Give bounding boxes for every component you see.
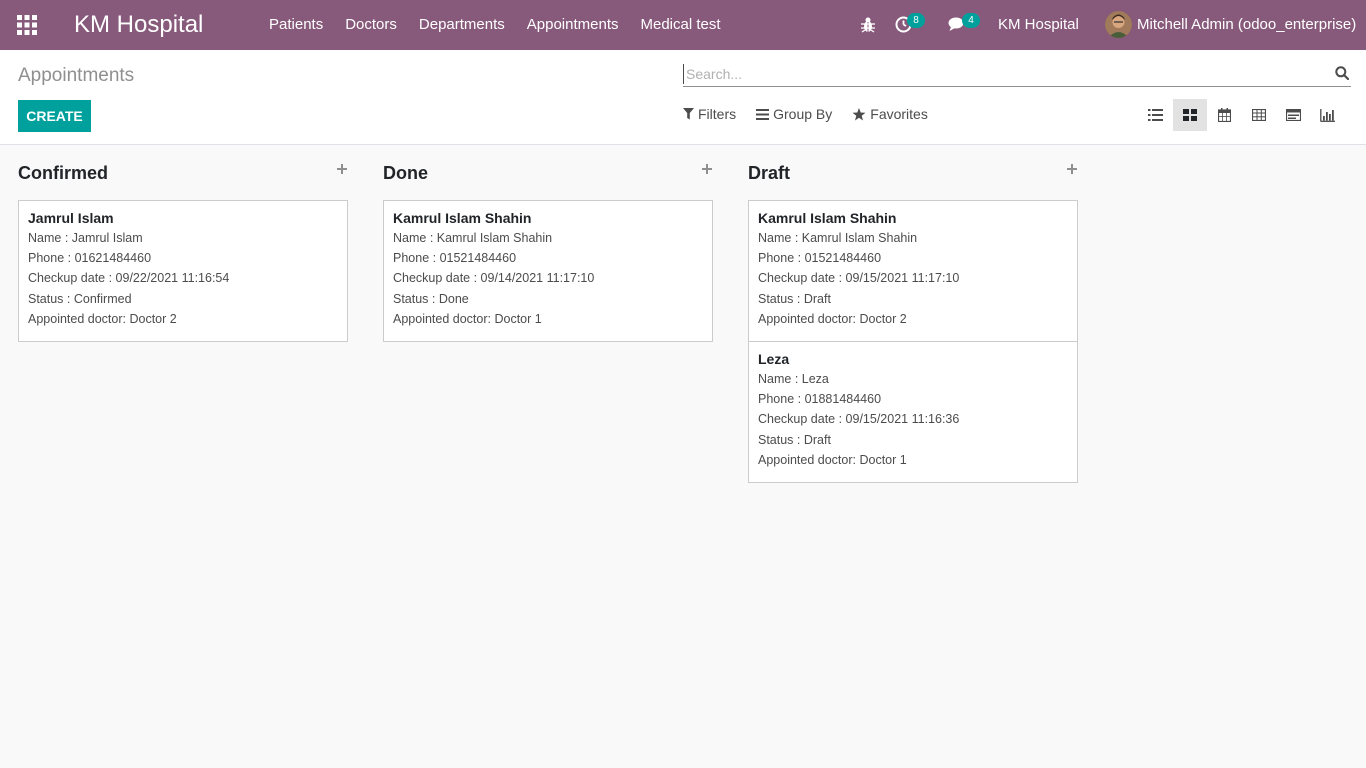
apps-menu-icon[interactable] bbox=[17, 15, 37, 35]
plus-icon[interactable] bbox=[701, 163, 713, 175]
card-doctor: Appointed doctor: Doctor 1 bbox=[758, 452, 907, 467]
kanban-column-done: Done Kamrul Islam Shahin Name : Kamrul I… bbox=[383, 146, 713, 343]
table-icon bbox=[1251, 109, 1266, 121]
bar-chart-icon bbox=[1320, 108, 1336, 122]
card-doctor: Appointed doctor: Doctor 2 bbox=[28, 311, 177, 326]
top-navbar: KM Hospital Patients Doctors Departments… bbox=[0, 0, 1366, 50]
card-status: Status : Draft bbox=[758, 432, 831, 447]
filters-button[interactable]: Filters bbox=[683, 106, 736, 122]
list-icon bbox=[1147, 109, 1163, 121]
bars-icon bbox=[756, 108, 770, 120]
card-checkup-date: Checkup date : 09/15/2021 11:17:10 bbox=[758, 271, 960, 286]
menu-item-medical-test[interactable]: Medical test bbox=[630, 0, 732, 50]
breadcrumb: Appointments bbox=[18, 65, 135, 86]
graph-view-button[interactable] bbox=[1311, 99, 1346, 131]
menu-item-patients[interactable]: Patients bbox=[258, 0, 334, 50]
kanban-board: Confirmed Jamrul Islam Name : Jamrul Isl… bbox=[0, 146, 1366, 768]
card-title: Jamrul Islam bbox=[28, 210, 114, 226]
column-title: Draft bbox=[748, 163, 791, 183]
card-status: Status : Done bbox=[393, 291, 469, 306]
activity-view-button[interactable] bbox=[1276, 99, 1311, 131]
search-box bbox=[683, 62, 1351, 87]
card-checkup-date: Checkup date : 09/14/2021 11:17:10 bbox=[393, 271, 595, 286]
plus-icon[interactable] bbox=[1066, 163, 1078, 175]
group-by-label: Group By bbox=[773, 106, 833, 122]
card-status: Status : Draft bbox=[758, 291, 831, 306]
card-doctor: Appointed doctor: Doctor 1 bbox=[393, 311, 542, 326]
create-button[interactable]: CREATE bbox=[18, 100, 91, 132]
column-title: Done bbox=[383, 163, 428, 183]
user-avatar[interactable] bbox=[1105, 11, 1132, 38]
debug-bug-icon[interactable] bbox=[860, 16, 876, 34]
card-name: Name : Kamrul Islam Shahin bbox=[758, 231, 918, 245]
card-status: Status : Confirmed bbox=[28, 291, 132, 306]
messages-count-badge: 4 bbox=[962, 13, 980, 28]
filters-label: Filters bbox=[698, 106, 737, 122]
pivot-view-button[interactable] bbox=[1242, 99, 1277, 131]
column-header: Done bbox=[383, 146, 713, 200]
control-panel: Appointments CREATE Filters Group By bbox=[0, 50, 1366, 145]
column-header: Draft bbox=[748, 146, 1078, 200]
card-title: Kamrul Islam Shahin bbox=[758, 210, 897, 226]
menu-item-appointments[interactable]: Appointments bbox=[516, 0, 630, 50]
kanban-card[interactable]: Leza Name : Leza Phone : 01881484460 Che… bbox=[748, 342, 1078, 484]
card-title: Kamrul Islam Shahin bbox=[393, 210, 532, 226]
filter-icon bbox=[683, 108, 694, 120]
card-checkup-date: Checkup date : 09/22/2021 11:16:54 bbox=[28, 271, 230, 286]
column-title: Confirmed bbox=[18, 163, 108, 183]
card-title: Leza bbox=[758, 351, 790, 368]
card-phone: Phone : 01521484460 bbox=[758, 251, 882, 266]
list-view-button[interactable] bbox=[1138, 99, 1173, 131]
search-input[interactable] bbox=[683, 64, 1323, 84]
calendar-view-button[interactable] bbox=[1207, 99, 1242, 131]
kanban-column-draft: Draft Kamrul Islam Shahin Name : Kamrul … bbox=[748, 146, 1078, 484]
tasks-icon bbox=[1285, 109, 1301, 121]
search-icon[interactable] bbox=[1335, 66, 1350, 81]
view-switcher bbox=[1138, 99, 1345, 131]
star-icon bbox=[852, 107, 866, 120]
favorites-label: Favorites bbox=[870, 106, 928, 122]
card-name: Name : Jamrul Islam bbox=[28, 231, 143, 245]
column-header: Confirmed bbox=[18, 146, 348, 200]
app-brand[interactable]: KM Hospital bbox=[74, 10, 203, 40]
card-checkup-date: Checkup date : 09/15/2021 11:16:36 bbox=[758, 412, 960, 427]
menu-item-departments[interactable]: Departments bbox=[408, 0, 516, 50]
card-doctor: Appointed doctor: Doctor 2 bbox=[758, 311, 907, 326]
favorites-button[interactable]: Favorites bbox=[852, 106, 928, 122]
kanban-card[interactable]: Jamrul Islam Name : Jamrul Islam Phone :… bbox=[18, 200, 348, 343]
card-phone: Phone : 01521484460 bbox=[393, 251, 517, 266]
company-switcher[interactable]: KM Hospital bbox=[998, 0, 1079, 50]
search-options: Filters Group By Favorites bbox=[683, 106, 948, 122]
calendar-icon bbox=[1217, 108, 1231, 122]
activity-count-badge: 8 bbox=[907, 13, 925, 28]
plus-icon[interactable] bbox=[336, 163, 348, 175]
menu-item-doctors[interactable]: Doctors bbox=[334, 0, 408, 50]
kanban-card[interactable]: Kamrul Islam Shahin Name : Kamrul Islam … bbox=[748, 200, 1078, 343]
kanban-column-confirmed: Confirmed Jamrul Islam Name : Jamrul Isl… bbox=[18, 146, 348, 343]
card-phone: Phone : 01881484460 bbox=[758, 392, 882, 407]
main-menu: Patients Doctors Departments Appointment… bbox=[258, 0, 732, 50]
kanban-icon bbox=[1182, 109, 1197, 121]
group-by-button[interactable]: Group By bbox=[756, 106, 832, 122]
kanban-view-button[interactable] bbox=[1172, 99, 1207, 131]
card-name: Name : Leza bbox=[758, 372, 829, 387]
card-name: Name : Kamrul Islam Shahin bbox=[393, 231, 553, 245]
card-phone: Phone : 01621484460 bbox=[28, 251, 152, 266]
user-menu[interactable]: Mitchell Admin (odoo_enterprise) bbox=[1137, 0, 1356, 50]
kanban-card[interactable]: Kamrul Islam Shahin Name : Kamrul Islam … bbox=[383, 200, 713, 343]
